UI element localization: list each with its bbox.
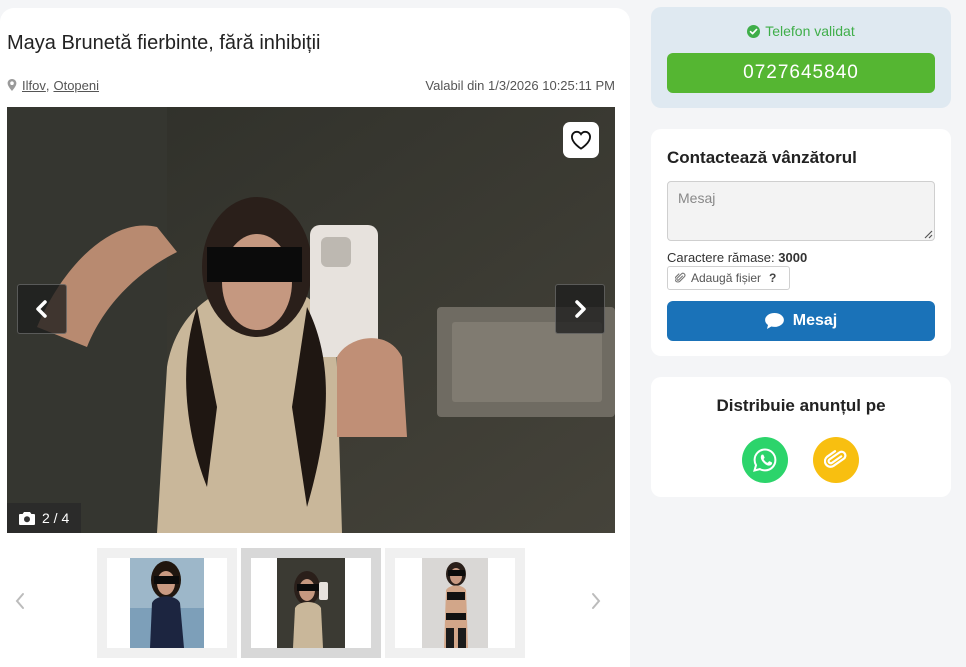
- listing-meta-row: Ilfov , Otopeni Valabil din 1/3/2026 10:…: [7, 77, 615, 93]
- check-circle-icon: [747, 24, 761, 38]
- location-city-link[interactable]: Otopeni: [53, 78, 99, 93]
- share-copy-link-button[interactable]: [813, 437, 859, 483]
- thumbnail-image: [130, 558, 204, 648]
- thumbnail-3[interactable]: [385, 548, 525, 658]
- location-separator: ,: [45, 77, 50, 93]
- favorite-button[interactable]: [563, 122, 599, 158]
- chevron-right-icon: [592, 593, 601, 609]
- phone-verified-label: Telefon validat: [765, 23, 855, 39]
- resize-grip-icon[interactable]: [923, 229, 933, 239]
- location-county-link[interactable]: Ilfov: [22, 78, 46, 93]
- paperclip-icon: [675, 272, 686, 283]
- listing-title: Maya Brunetă fierbinte, fără inhibiții: [7, 32, 321, 54]
- phone-card: Telefon validat 0727645840: [651, 7, 951, 108]
- attach-file-label: Adaugă fișier: [691, 271, 762, 285]
- listing-card: Maya Brunetă fierbinte, fără inhibiții I…: [0, 8, 630, 667]
- thumbnail-1[interactable]: [97, 548, 237, 658]
- chars-remaining: Caractere rămase: 3000: [667, 250, 807, 265]
- photo-counter: 2 / 4: [7, 503, 82, 533]
- chevron-left-icon: [36, 300, 47, 318]
- attach-help-icon[interactable]: ?: [769, 271, 776, 285]
- chars-remaining-label: Caractere rămase:: [667, 250, 775, 265]
- main-photo[interactable]: 2 / 4: [7, 107, 615, 533]
- phone-number-button[interactable]: 0727645840: [667, 53, 935, 93]
- thumbnail-image: [422, 558, 488, 648]
- attach-file-button[interactable]: Adaugă fișier ?: [667, 266, 790, 290]
- chevron-left-icon: [15, 593, 24, 609]
- share-whatsapp-button[interactable]: [742, 437, 788, 483]
- paperclip-icon: [824, 450, 847, 468]
- thumbs-prev-button[interactable]: [8, 586, 32, 616]
- thumbnail-image: [277, 558, 345, 648]
- heart-icon: [570, 130, 592, 150]
- phone-verified: Telefon validat: [651, 23, 951, 39]
- photo-next-button[interactable]: [555, 284, 605, 334]
- whatsapp-icon: [753, 448, 777, 472]
- photo-prev-button[interactable]: [17, 284, 67, 334]
- share-card: Distribuie anunțul pe: [651, 377, 951, 497]
- valid-since: Valabil din 1/3/2026 10:25:11 PM: [425, 77, 615, 93]
- location-pin-icon: [7, 79, 17, 91]
- thumbnail-strip: [7, 548, 615, 658]
- thumbs-next-button[interactable]: [584, 586, 608, 616]
- chevron-right-icon: [575, 300, 586, 318]
- send-message-label: Mesaj: [792, 312, 838, 329]
- message-input[interactable]: [667, 181, 935, 241]
- photo-scene: [7, 107, 615, 533]
- contact-title: Contactează vânzătorul: [667, 148, 857, 167]
- camera-icon: [19, 511, 35, 525]
- contact-seller-card: Contactează vânzătorul Caractere rămase:…: [651, 129, 951, 356]
- chars-remaining-value: 3000: [778, 250, 808, 265]
- chat-bubble-icon: [764, 313, 784, 329]
- thumbnail-2[interactable]: [241, 548, 381, 658]
- share-title: Distribuie anunțul pe: [716, 396, 886, 415]
- send-message-button[interactable]: Mesaj: [667, 301, 935, 341]
- photo-counter-text: 2 / 4: [42, 510, 70, 526]
